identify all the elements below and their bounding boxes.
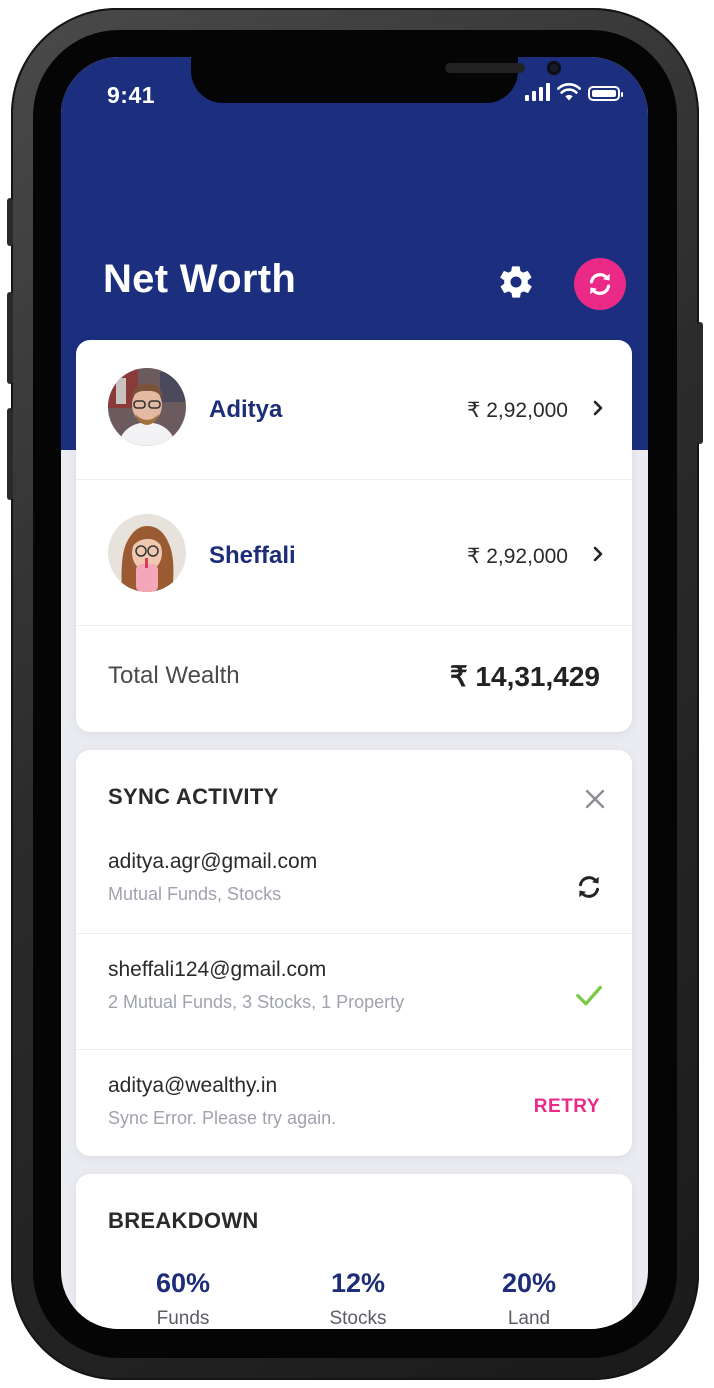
account-email: aditya.agr@gmail.com <box>108 850 318 873</box>
avatar <box>108 514 186 592</box>
divider <box>76 1049 632 1050</box>
account-detail: Sync Error. Please try again. <box>108 1108 337 1128</box>
member-row-sheffali[interactable]: Sheffali ₹ 2,92,000 <box>76 480 632 624</box>
notch <box>191 57 561 103</box>
members-card: Aditya ₹ 2,92,000 Sheffali ₹ 2,92,000 To… <box>76 340 632 732</box>
app-screen: 9:41 Net Worth Aditya ₹ 2,92,000 Sheffal… <box>61 57 648 1329</box>
breakdown-label-stocks: Stocks <box>329 1308 387 1329</box>
mute-switch <box>7 198 13 246</box>
page-title: Net Worth <box>103 257 297 301</box>
breakdown-percent-stocks: 12% <box>330 1268 386 1298</box>
sync-button[interactable] <box>574 258 626 310</box>
member-name: Sheffali <box>209 542 296 569</box>
retry-button[interactable]: RETRY <box>534 1096 600 1118</box>
wifi-icon <box>557 83 581 101</box>
section-title: BREAKDOWN <box>108 1208 259 1233</box>
account-detail: 2 Mutual Funds, 3 Stocks, 1 Property <box>108 992 405 1012</box>
account-email: aditya@wealthy.in <box>108 1074 278 1097</box>
member-amount: ₹ 2,92,000 <box>467 399 568 422</box>
breakdown-label-land: Land <box>507 1308 551 1329</box>
member-amount: ₹ 2,92,000 <box>467 545 568 568</box>
sync-icon <box>589 273 611 295</box>
section-title: SYNC ACTIVITY <box>108 784 279 809</box>
camera <box>547 61 561 75</box>
divider <box>76 933 632 934</box>
member-name: Aditya <box>209 396 283 423</box>
sync-activity-card: SYNC ACTIVITY aditya.agr@gmail.com Mutua… <box>76 750 632 1156</box>
status-time: 9:41 <box>107 82 156 108</box>
chevron-right-icon <box>593 546 603 562</box>
breakdown-card: BREAKDOWN 60% Funds 12% Stocks 20% Land <box>76 1174 632 1329</box>
signal-icon <box>525 83 550 101</box>
member-row-aditya[interactable]: Aditya ₹ 2,92,000 <box>76 340 632 484</box>
sync-icon <box>579 876 599 898</box>
battery-icon <box>588 86 623 101</box>
volume-up-button <box>7 292 13 384</box>
divider <box>76 625 632 626</box>
check-icon <box>576 985 602 1006</box>
volume-down-button <box>7 408 13 500</box>
settings-gear-icon[interactable] <box>497 263 535 301</box>
avatar <box>108 368 186 446</box>
breakdown-percent-funds: 60% <box>155 1268 211 1298</box>
chevron-right-icon <box>593 400 603 416</box>
breakdown-label-funds: Funds <box>156 1308 210 1329</box>
power-button <box>697 322 703 444</box>
total-wealth-label: Total Wealth <box>108 662 240 689</box>
breakdown-percent-land: 20% <box>501 1268 557 1298</box>
close-icon[interactable] <box>584 788 606 810</box>
account-detail: Mutual Funds, Stocks <box>108 884 282 904</box>
total-wealth-value: ₹ 14,31,429 <box>449 661 600 692</box>
speaker <box>445 63 525 73</box>
account-email: sheffali124@gmail.com <box>108 958 327 981</box>
status-icons <box>525 83 623 101</box>
